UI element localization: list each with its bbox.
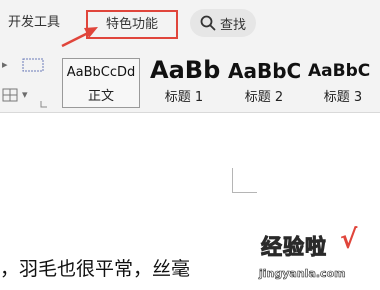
- dialog-launcher-icon[interactable]: [40, 100, 48, 108]
- style-preview: AaBbC: [228, 59, 302, 83]
- style-name: 正文: [87, 89, 114, 104]
- document-canvas[interactable]: ，羽毛也很平常，丝毫 经验啦 √ jingyanla.com: [0, 113, 380, 290]
- ribbon-tab-bar: 开发工具 特色功能 查找: [0, 0, 380, 50]
- style-normal[interactable]: AaBbCcDd 正文: [62, 58, 140, 108]
- dropdown-arrow-icon[interactable]: ▸: [2, 58, 8, 71]
- table-icon[interactable]: [2, 88, 18, 102]
- tab-special-features[interactable]: 特色功能: [86, 10, 178, 39]
- watermark-url: jingyanla.com: [259, 267, 346, 281]
- style-heading-3[interactable]: AaBbC 标题 3: [306, 58, 380, 108]
- search-label: 查找: [219, 17, 246, 33]
- page-margin-marker: [232, 168, 257, 193]
- document-body-text[interactable]: ，羽毛也很平常，丝毫: [0, 254, 190, 281]
- style-heading-1[interactable]: AaBb 标题 1: [146, 56, 222, 108]
- border-icon[interactable]: [22, 58, 44, 72]
- style-name: 标题 3: [323, 90, 363, 105]
- check-icon: √: [340, 225, 358, 255]
- style-preview: AaBbCcDd: [66, 65, 136, 80]
- search-button[interactable]: 查找: [190, 9, 256, 37]
- paragraph-tools: ▸ ▾: [0, 50, 48, 112]
- tab-developer-tools[interactable]: 开发工具: [8, 14, 60, 32]
- style-name: 标题 2: [244, 90, 284, 105]
- watermark-logo: 经验啦 √ jingyanla.com: [255, 225, 380, 290]
- search-icon: [200, 15, 216, 31]
- dropdown-arrow-icon[interactable]: ▾: [22, 88, 28, 101]
- style-preview: AaBbC: [308, 61, 371, 81]
- watermark-brand: 经验啦: [261, 235, 327, 260]
- style-heading-2[interactable]: AaBbC 标题 2: [226, 58, 302, 108]
- styles-gallery: ▸ ▾ AaBbCcDd 正文 AaBb 标题 1 AaBbC 标题 2 AaB…: [0, 50, 380, 113]
- style-preview: AaBb: [150, 56, 221, 84]
- style-name: 标题 1: [164, 90, 204, 105]
